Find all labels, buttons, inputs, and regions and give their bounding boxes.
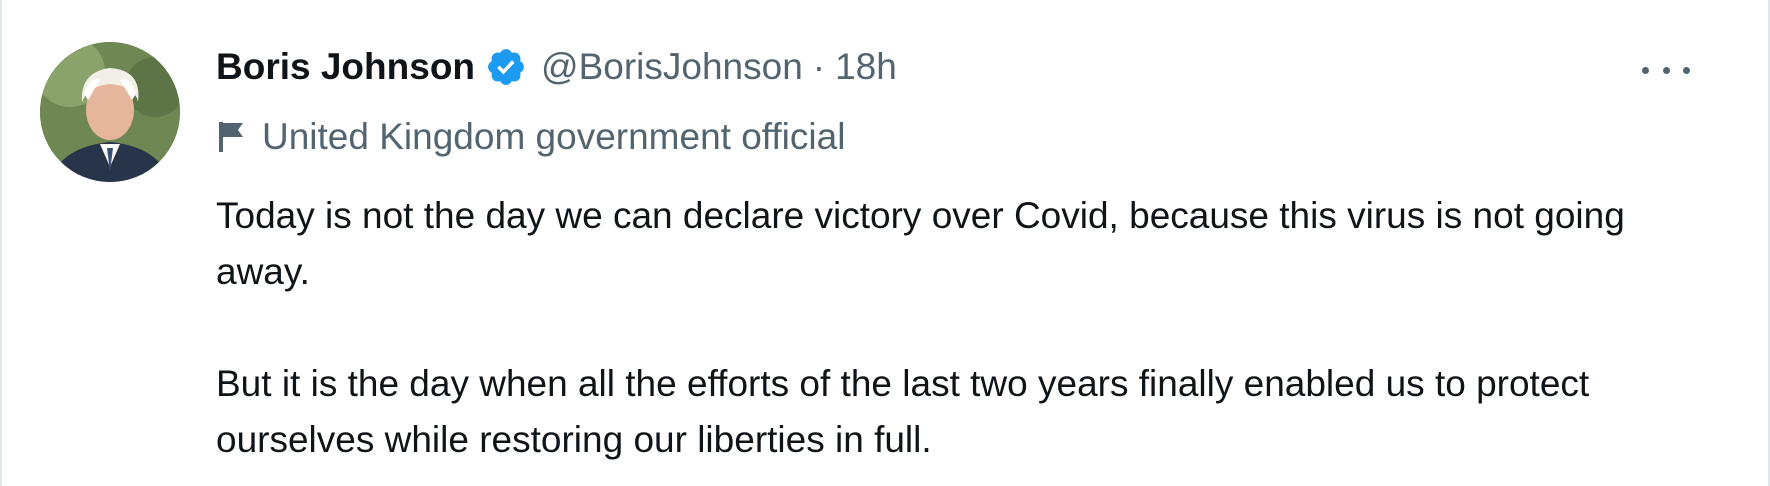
- tweet-paragraph: But it is the day when all the efforts o…: [216, 363, 1590, 460]
- tweet-paragraph: Today is not the day we can declare vict…: [216, 195, 1625, 292]
- more-dot: [1662, 66, 1670, 74]
- more-dot: [1642, 66, 1649, 74]
- author-handle[interactable]: @BorisJohnson: [541, 46, 803, 88]
- more-dot: [1683, 66, 1690, 74]
- avatar[interactable]: [40, 42, 180, 182]
- tweet-timestamp[interactable]: 18h: [835, 46, 897, 88]
- account-label-text: United Kingdom government official: [262, 116, 846, 157]
- account-label[interactable]: United Kingdom government official: [216, 116, 845, 158]
- tweet-body: Today is not the day we can declare vict…: [216, 188, 1716, 468]
- verified-badge-icon: [488, 49, 524, 85]
- separator-dot: ·: [812, 46, 826, 87]
- avatar-image: [40, 42, 180, 182]
- author-display-name[interactable]: Boris Johnson: [216, 46, 475, 88]
- tweet-header: Boris Johnson @BorisJohnson · 18h: [216, 46, 897, 88]
- tweet-card: Boris Johnson @BorisJohnson · 18h United…: [0, 0, 1770, 486]
- flag-icon: [219, 122, 243, 152]
- more-icon[interactable]: [1642, 58, 1690, 82]
